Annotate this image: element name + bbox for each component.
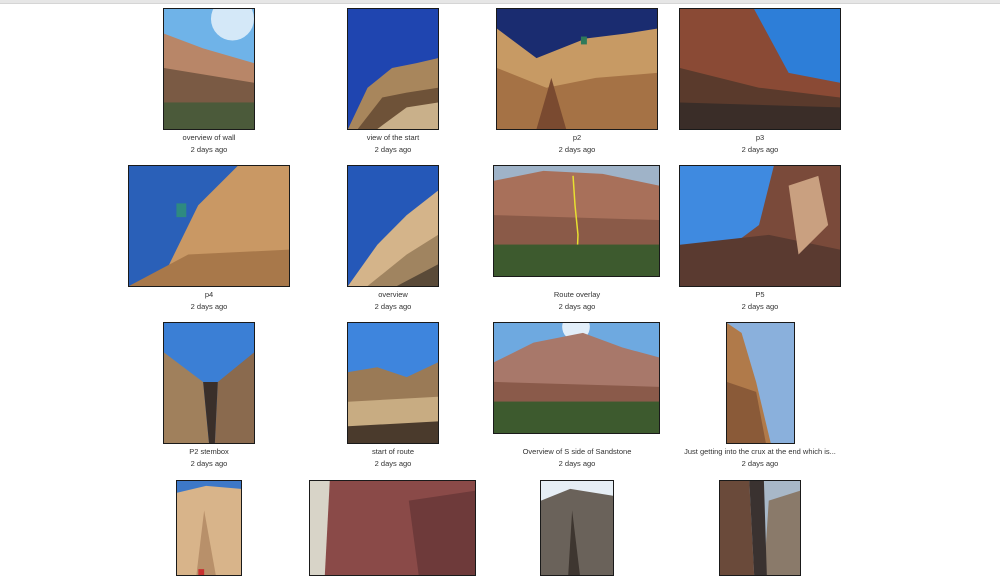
photo-date: 2 days ago [558, 145, 596, 154]
photo-date: 2 days ago [190, 145, 228, 154]
photo-thumbnail[interactable] [347, 322, 439, 444]
photo-caption[interactable]: p3 [670, 133, 850, 143]
photo-thumbnail[interactable] [540, 480, 614, 576]
photo-thumbnail[interactable] [679, 165, 841, 287]
photo-date: 2 days ago [374, 302, 412, 311]
photo-thumbnail[interactable] [679, 8, 841, 130]
photo-date: 2 days ago [374, 459, 412, 468]
photo-thumbnail[interactable] [347, 165, 439, 287]
photo-date: 2 days ago [190, 302, 228, 311]
photo-caption[interactable]: P2 stembox [119, 447, 299, 457]
photo-caption[interactable]: p2 [487, 133, 667, 143]
photo-caption[interactable]: Route overlay [487, 290, 667, 300]
photo-date: 2 days ago [741, 302, 779, 311]
photo-caption[interactable]: p4 [119, 290, 299, 300]
photo-thumbnail[interactable] [163, 322, 255, 444]
photo-caption[interactable]: start of route [303, 447, 483, 457]
photo-thumbnail[interactable] [128, 165, 290, 287]
photo-caption[interactable]: view of the start [303, 133, 483, 143]
photo-date: 2 days ago [741, 145, 779, 154]
photo-thumbnail[interactable] [493, 322, 660, 434]
photo-thumbnail[interactable] [163, 8, 255, 130]
photo-thumbnail[interactable] [726, 322, 795, 444]
photo-date: 2 days ago [558, 459, 596, 468]
photo-caption[interactable]: P5 [670, 290, 850, 300]
photo-thumbnail[interactable] [309, 480, 476, 576]
photo-caption[interactable]: overview [303, 290, 483, 300]
photo-date: 2 days ago [190, 459, 228, 468]
photo-caption[interactable]: Overview of S side of Sandstone [487, 447, 667, 457]
photo-thumbnail[interactable] [496, 8, 658, 130]
photo-thumbnail[interactable] [493, 165, 660, 277]
photo-date: 2 days ago [741, 459, 779, 468]
photo-caption[interactable]: overview of wall [119, 133, 299, 143]
photo-thumbnail[interactable] [719, 480, 801, 576]
photo-date: 2 days ago [558, 302, 596, 311]
photo-thumbnail[interactable] [176, 480, 242, 576]
photo-date: 2 days ago [374, 145, 412, 154]
photo-caption[interactable]: Just getting into the crux at the end wh… [670, 447, 850, 457]
photo-thumbnail[interactable] [347, 8, 439, 130]
browser-top-edge [0, 0, 1000, 4]
